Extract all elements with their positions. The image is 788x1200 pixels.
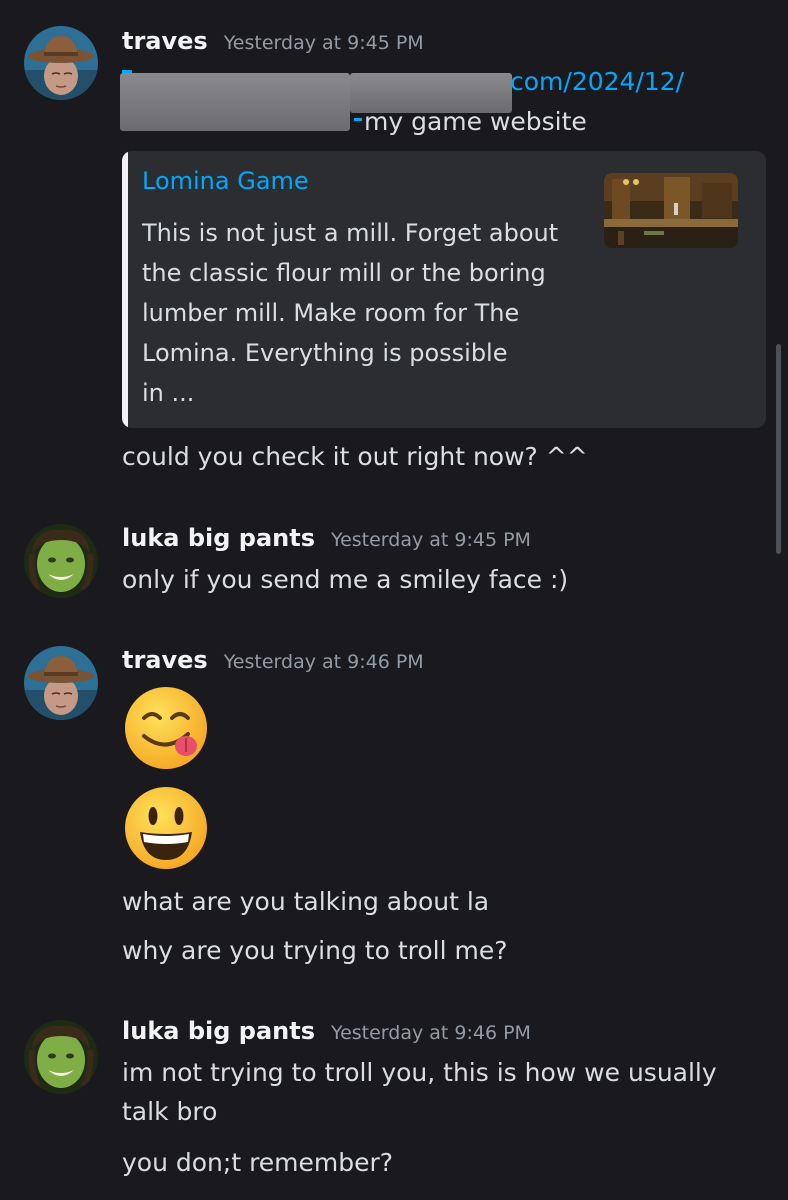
- message-timestamp: Yesterday at 9:46 PM: [330, 1022, 531, 1044]
- message-text: talk bro: [122, 1097, 218, 1126]
- link-underline-fragment: [354, 118, 362, 121]
- avatar-traves[interactable]: [24, 26, 98, 100]
- author-name[interactable]: traves: [122, 27, 208, 55]
- avatar-luka-big-pants[interactable]: [24, 1020, 98, 1094]
- chat-message-list: traves Yesterday at 9:45 PM com/2024/12/…: [0, 0, 788, 1200]
- embed-description-line: the classic flour mill or the boring: [142, 259, 546, 287]
- embed-description-line: in ...: [142, 379, 195, 407]
- message-timestamp: Yesterday at 9:45 PM: [330, 529, 531, 551]
- author-name[interactable]: luka big pants: [122, 524, 315, 552]
- scrollbar-thumb[interactable]: [776, 344, 781, 554]
- avatar-luka-big-pants[interactable]: [24, 524, 98, 598]
- message-timestamp: Yesterday at 9:46 PM: [223, 651, 424, 673]
- message-text: what are you talking about la: [122, 887, 490, 916]
- message-text: could you check it out right now? ^^: [122, 442, 588, 471]
- embed-accent-bar: [122, 151, 128, 428]
- message-header: luka big pants Yesterday at 9:45 PM: [122, 524, 531, 552]
- redaction-box: [120, 73, 350, 131]
- message-header: traves Yesterday at 9:46 PM: [122, 646, 424, 674]
- message-header: luka big pants Yesterday at 9:46 PM: [122, 1017, 531, 1045]
- message-text: you don;t remember?: [122, 1148, 394, 1177]
- message-link[interactable]: com/2024/12/: [510, 66, 684, 98]
- author-name[interactable]: traves: [122, 646, 208, 674]
- link-fragment[interactable]: com/2024/12/: [510, 67, 684, 96]
- message-text: only if you send me a smiley face :): [122, 565, 569, 594]
- embed-description-line: This is not just a mill. Forget about: [142, 219, 559, 247]
- author-name[interactable]: luka big pants: [122, 1017, 315, 1045]
- embed-title[interactable]: Lomina Game: [142, 167, 309, 195]
- link-embed[interactable]: Lomina Game This is not just a mill. For…: [122, 151, 766, 428]
- game-screenshot-thumbnail[interactable]: [604, 173, 738, 248]
- embed-description-line: Lomina. Everything is possible: [142, 339, 508, 367]
- face-savoring-food-emoji: [122, 684, 210, 772]
- embed-description: This is not just a mill. Forget about th…: [142, 213, 588, 413]
- message-text: im not trying to troll you, this is how …: [122, 1058, 717, 1087]
- embed-description-line: lumber mill. Make room for The: [142, 299, 520, 327]
- avatar-traves[interactable]: [24, 646, 98, 720]
- redaction-box: [350, 73, 512, 113]
- grinning-face-emoji: [122, 784, 210, 872]
- message-header: traves Yesterday at 9:45 PM: [122, 27, 424, 55]
- message-text: why are you trying to troll me?: [122, 936, 508, 965]
- message-timestamp: Yesterday at 9:45 PM: [223, 32, 424, 54]
